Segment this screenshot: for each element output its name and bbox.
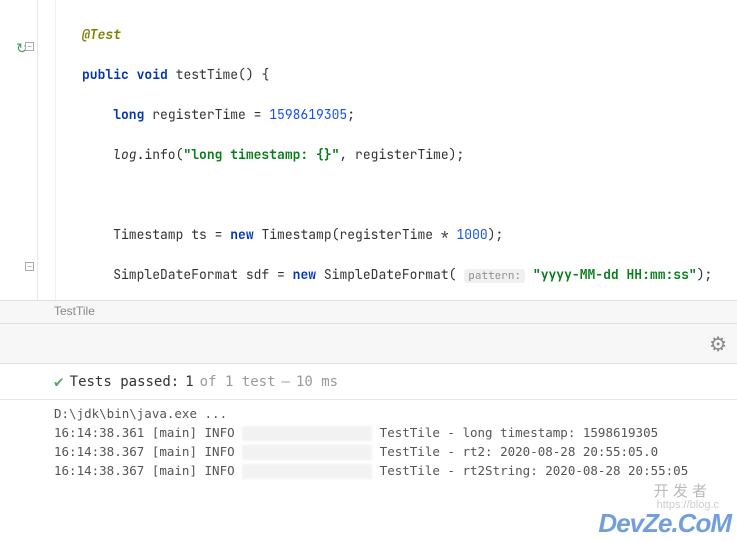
blurred-logger: [242, 445, 372, 460]
blurred-logger: [242, 464, 372, 479]
fold-toggle[interactable]: −: [25, 262, 34, 271]
code-editor[interactable]: @Test public void testTime() { long regi…: [56, 0, 737, 300]
fold-column: − −: [25, 0, 35, 300]
console-line: D:\jdk\bin\java.exe ...: [54, 404, 683, 423]
param-hint: pattern:: [464, 269, 525, 283]
gear-icon[interactable]: ⚙: [709, 332, 727, 357]
fold-toggle[interactable]: −: [25, 42, 34, 51]
test-status-bar: ✔ Tests passed: 1 of 1 test – 10 ms: [0, 364, 737, 400]
check-icon: ✔: [54, 372, 64, 391]
tests-passed-count: 1: [185, 374, 193, 390]
console-line: 16:14:38.361 [main] INFO TestTile - long…: [54, 423, 683, 442]
tests-total: of 1 test: [200, 374, 276, 390]
dash: –: [282, 374, 290, 390]
breadcrumb-bar: TestTile: [0, 300, 737, 324]
annotation: @Test: [82, 26, 121, 43]
tests-time: 10 ms: [296, 374, 338, 390]
editor-area: ↻ − − @Test public void testTime() { lon…: [0, 0, 737, 300]
console-line: 16:14:38.367 [main] INFO TestTile - rt2:…: [54, 442, 683, 461]
test-toolbar: ⚙: [0, 324, 737, 364]
tests-passed-label: Tests passed:: [70, 374, 180, 390]
ruler: [38, 0, 56, 300]
breadcrumb-item[interactable]: TestTile: [54, 304, 95, 318]
console-line: 16:14:38.367 [main] INFO TestTile - rt2S…: [54, 461, 683, 480]
watermark-url: https://blog.c: [657, 499, 719, 511]
gutter: ↻ − −: [0, 0, 38, 300]
blurred-logger: [242, 426, 372, 441]
console-output[interactable]: D:\jdk\bin\java.exe ... 16:14:38.361 [ma…: [0, 400, 737, 484]
watermark: DevZe.CoM: [598, 508, 731, 539]
